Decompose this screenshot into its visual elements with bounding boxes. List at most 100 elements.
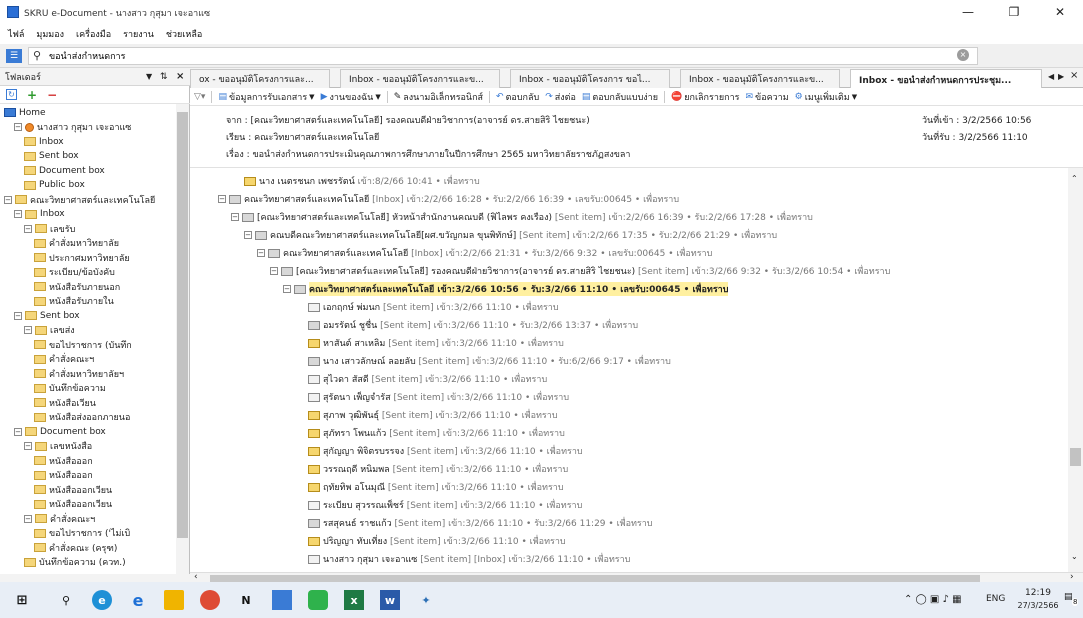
edge-icon[interactable]: e	[92, 590, 112, 610]
folder-tree-item[interactable]: Public box	[24, 179, 85, 192]
routing-item[interactable]: − [คณะวิทยาศาสตร์และเทคโนโลยี] หัวหน้าสำน…	[231, 210, 813, 224]
clock-time[interactable]: 12:19	[1020, 588, 1056, 598]
hscroll-left-icon[interactable]: ‹	[194, 572, 198, 582]
collapse-toggle-icon[interactable]: −	[244, 231, 252, 239]
collapse-toggle-icon[interactable]: −	[4, 195, 12, 204]
notification-icon[interactable]: ▤ 8	[1064, 592, 1080, 608]
folder-tree-item[interactable]: ขอไปราชการ ('ไม่เบิ	[34, 527, 130, 540]
folder-tree-item[interactable]: บันทึกข้อความ (ควท.)	[24, 556, 126, 569]
folder-tree-item[interactable]: ประกาศมหาวิทยาลัย	[34, 251, 130, 264]
collapse-toggle-icon[interactable]: −	[24, 224, 32, 233]
sidebar-dropdown-icon[interactable]: ▼	[146, 72, 152, 81]
routing-item[interactable]: สุภัทรา โพนแก้ว [Sent item] เข้า:3/2/66 …	[308, 426, 565, 440]
folder-tree-item[interactable]: Inbox	[24, 135, 64, 148]
clear-search-icon[interactable]: ×	[957, 49, 969, 61]
sidebar-scroll-thumb[interactable]	[177, 112, 188, 538]
tab-3[interactable]: Inbox - ขออนุมัติโครงการ ขอไ...	[510, 69, 670, 88]
e-signature-button[interactable]: ✎ ลงนามอิเล็กทรอนิกส์	[394, 90, 483, 104]
folder-tree-item[interactable]: Home	[4, 106, 46, 119]
collapse-toggle-icon[interactable]: −	[24, 514, 32, 523]
routing-item[interactable]: ปริญญา ทับเที่ยง [Sent item] เข้า:3/2/66…	[308, 534, 566, 548]
folder-tree-item[interactable]: หนังสือรับภายนอก	[34, 280, 120, 293]
routing-item[interactable]: หาสันต์ สาเหลิม [Sent item] เข้า:3/2/66 …	[308, 336, 564, 350]
hscroll-right-icon[interactable]: ›	[1070, 572, 1074, 582]
refresh-icon[interactable]: ↻	[6, 89, 17, 100]
clock-date[interactable]: 27/3/2566	[1014, 601, 1062, 610]
menu-help[interactable]: ช่วยเหลือ	[166, 27, 202, 41]
excel-icon[interactable]: x	[344, 590, 364, 610]
collapse-toggle-icon[interactable]: −	[14, 311, 22, 320]
folder-tree-item[interactable]: − Sent box	[14, 309, 80, 322]
folder-tree-item[interactable]: หนังสือออก	[34, 454, 93, 467]
routing-item[interactable]: สุไวดา สัสดี [Sent item] เข้า:3/2/66 11:…	[308, 372, 547, 386]
sidebar-scrollbar[interactable]	[176, 104, 189, 574]
folder-tree-item[interactable]: คำสั่งคณะ (ครุฑ)	[34, 541, 117, 554]
folder-tree-item[interactable]: หนังสือออก	[34, 469, 93, 482]
folder-tree-item[interactable]: − Inbox	[14, 208, 65, 221]
collapse-toggle-icon[interactable]: −	[24, 326, 32, 334]
menu-file[interactable]: ไฟล์	[8, 27, 24, 41]
folder-tree-item[interactable]: คำสั่งมหาวิทยาลัยฯ	[34, 367, 124, 380]
routing-item[interactable]: นาง เนตรชนก เพชรรัตน์ เข้า:8/2/66 10:41 …	[244, 174, 480, 188]
folder-tree-item[interactable]: หนังสือเวียน	[34, 396, 96, 409]
line-icon[interactable]	[308, 590, 328, 610]
more-menu-button[interactable]: ⚙ เมนูเพิ่มเติม ▼	[795, 90, 857, 104]
routing-item[interactable]: เอกฤกษ์ พ่มนก [Sent item] เข้า:3/2/66 11…	[308, 300, 559, 314]
folder-tree-item[interactable]: ขอไปราชการ (บันทึก	[34, 338, 132, 351]
scroll-up-icon[interactable]: ⌃	[1071, 174, 1078, 183]
folder-tree-item[interactable]: − คณะวิทยาศาสตร์และเทคโนโลยี	[4, 193, 155, 206]
routing-item[interactable]: ระเบียบ สุวรรณเพ็ชร์ [Sent item] เข้า:3/…	[308, 498, 582, 512]
tray-icons[interactable]: ⌃ ◯ ▣ ♪ ▦	[904, 594, 962, 605]
tab-active[interactable]: Inbox - ขอนำส่งกำหนดการประชุม...	[850, 69, 1042, 89]
folder-tree-item[interactable]: หนังสือออกเวียน	[34, 498, 112, 511]
routing-item[interactable]: อมรรัตน์ ชูชื่น [Sent item] เข้า:3/2/66 …	[308, 318, 638, 332]
folder-tree-item[interactable]: − เลขหนังสือ	[24, 440, 92, 453]
my-work-button[interactable]: ▶ งานของฉัน ▼	[321, 90, 381, 104]
forward-button[interactable]: ↷ ส่งต่อ	[545, 90, 576, 104]
folder-tree-item[interactable]: − Document box	[14, 425, 106, 438]
add-folder-icon[interactable]: +	[27, 88, 37, 102]
message-button[interactable]: ✉ ข้อความ	[746, 90, 789, 104]
tab-4[interactable]: Inbox - ขออนุมัติโครงการและข...	[680, 69, 840, 88]
chrome-icon[interactable]	[200, 590, 220, 610]
language-indicator[interactable]: ENG	[986, 594, 1005, 604]
collapse-toggle-icon[interactable]: −	[14, 123, 22, 131]
doc-info-button[interactable]: ▤ ข้อมูลการรับเอกสาร ▼	[218, 90, 314, 104]
toolbar-dropdown-icon[interactable]: ▽▾	[194, 92, 205, 102]
file-explorer-icon[interactable]	[164, 590, 184, 610]
routing-item[interactable]: สุภาพ วุฒิพันธุ์ [Sent item] เข้า:3/2/66…	[308, 408, 558, 422]
hscroll-thumb[interactable]	[210, 575, 980, 582]
routing-item[interactable]: นางสาว กุสุมา เจะอาแซ [Sent item] [Inbox…	[308, 552, 630, 566]
tab-scroll-left-icon[interactable]: ◀	[1048, 72, 1054, 81]
folder-tree-item[interactable]: หนังสือส่งออกภายนอ	[34, 411, 130, 424]
sidebar-hscrollbar[interactable]	[0, 574, 190, 582]
folder-tree-item[interactable]: − เลขส่ง	[24, 324, 75, 337]
scroll-down-icon[interactable]: ⌄	[1071, 552, 1078, 561]
search-taskbar-icon[interactable]: ⚲	[56, 590, 76, 610]
collapse-toggle-icon[interactable]: −	[14, 427, 22, 436]
ie-icon[interactable]: e	[128, 590, 148, 610]
menu-tools[interactable]: เครื่องมือ	[76, 27, 111, 41]
search-mode-icon[interactable]: ☰	[6, 49, 22, 63]
routing-item[interactable]: วรรณฤดี หนิมพล [Sent item] เข้า:3/2/66 1…	[308, 462, 568, 476]
collapse-toggle-icon[interactable]: −	[257, 249, 265, 257]
pin-icon[interactable]: ⇅	[160, 72, 168, 82]
edoc-taskbar-icon[interactable]	[272, 590, 292, 610]
tab-1[interactable]: ox - ขออนุมัติโครงการและ...	[190, 69, 330, 88]
routing-item[interactable]: − คณะวิทยาศาสตร์และเทคโนโลยี [Inbox] เข้า…	[257, 246, 712, 260]
folder-tree-item[interactable]: Document box	[24, 164, 105, 177]
maximize-button[interactable]: ❐	[991, 0, 1037, 24]
routing-item[interactable]: − คณบดีคณะวิทยาศาสตร์และเทคโนโลยี[ผศ.ขวัญ…	[244, 228, 777, 242]
collapse-toggle-icon[interactable]: −	[283, 285, 291, 293]
cancel-item-button[interactable]: ⛔ ยกเลิกรายการ	[671, 90, 739, 104]
routing-item[interactable]: รสสุคนธ์ ราชแก้ว [Sent item] เข้า:3/2/66…	[308, 516, 653, 530]
folder-tree-item[interactable]: คำสั่งมหาวิทยาลัย	[34, 237, 119, 250]
collapse-toggle-icon[interactable]: −	[218, 195, 226, 203]
tab-close-icon[interactable]: ×	[1070, 70, 1078, 81]
routing-item[interactable]: ฤทัยทิพ อโนมุณี [Sent item] เข้า:3/2/66 …	[308, 480, 564, 494]
collapse-toggle-icon[interactable]: −	[231, 213, 239, 221]
routing-item[interactable]: สุกัญญา พิจิตรบรรจง [Sent item] เข้า:3/2…	[308, 444, 583, 458]
menu-view[interactable]: มุมมอง	[36, 27, 64, 41]
routing-item[interactable]: − [คณะวิทยาศาสตร์และเทคโนโลยี] รองคณบดีฝ่…	[270, 264, 890, 278]
collapse-toggle-icon[interactable]: −	[270, 267, 278, 275]
